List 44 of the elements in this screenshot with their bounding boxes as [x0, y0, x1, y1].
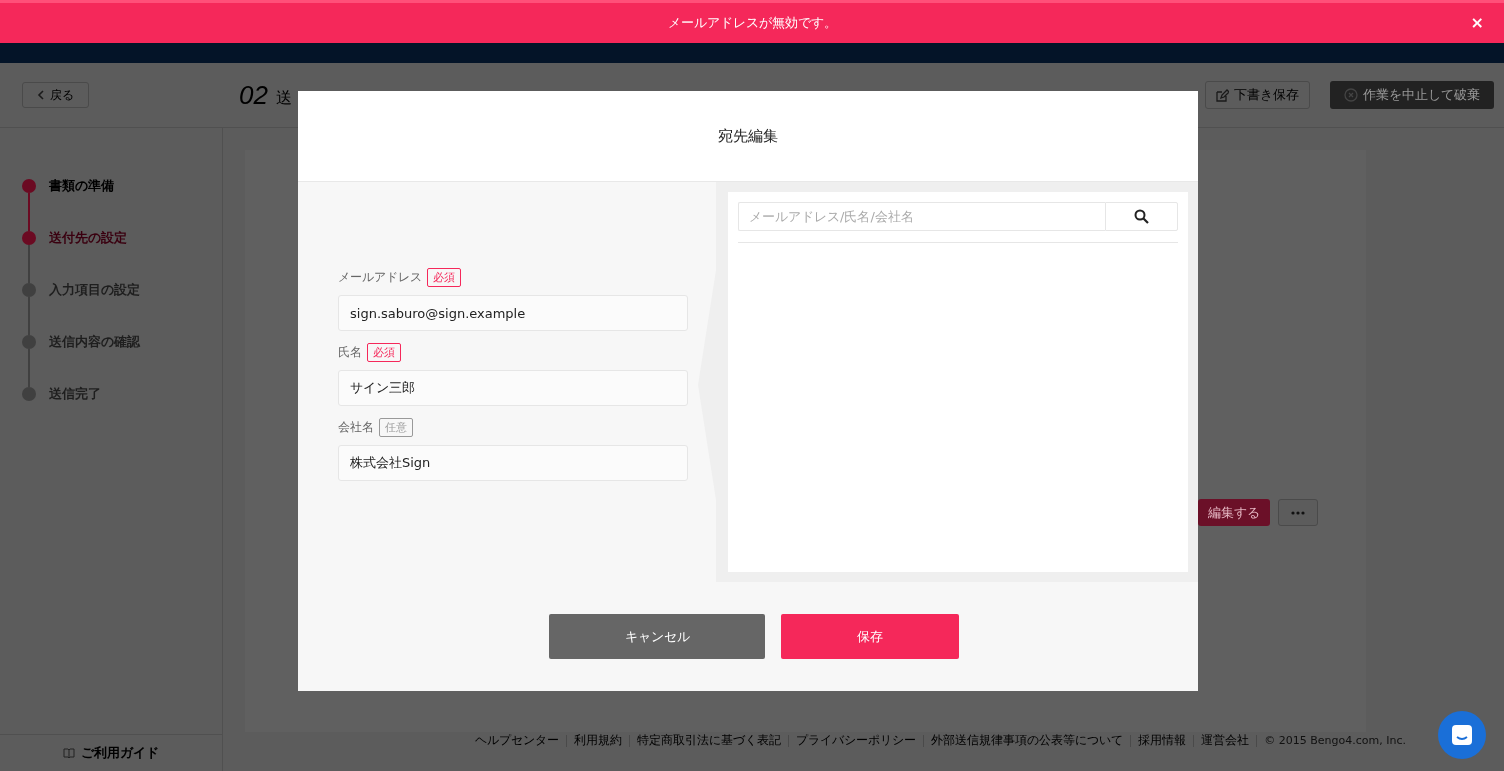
field-label: 会社名: [338, 419, 374, 436]
save-button[interactable]: 保存: [781, 614, 959, 659]
step-label: 送信完了: [49, 385, 101, 403]
chat-icon: [1451, 724, 1473, 746]
edit-button[interactable]: 編集する: [1198, 499, 1270, 526]
copyright: © 2015 Bengo4.com, Inc.: [1264, 734, 1406, 747]
footer-link[interactable]: ヘルプセンター: [475, 732, 560, 749]
input-field[interactable]: sign.saburo@sign.example: [338, 295, 688, 331]
step-label: 送付先の設定: [49, 229, 127, 247]
footer-link[interactable]: 外部送信規律事項の公表等について: [931, 732, 1124, 749]
step-label: 入力項目の設定: [49, 281, 140, 299]
search-button[interactable]: [1105, 202, 1178, 231]
cancel-button[interactable]: キャンセル: [549, 614, 765, 659]
error-message: メールアドレスが無効です。: [667, 14, 837, 32]
chat-button[interactable]: [1438, 711, 1486, 759]
guide-link[interactable]: ご利用ガイド: [81, 744, 159, 762]
step-label: 送信内容の確認: [49, 333, 140, 351]
close-button[interactable]: ×: [1468, 13, 1486, 32]
footer-link[interactable]: 運営会社: [1201, 732, 1250, 749]
search-field[interactable]: メールアドレス/氏名/会社名: [738, 202, 1105, 231]
step-number: 02: [239, 79, 268, 111]
search-icon: [1134, 209, 1149, 224]
more-icon: [1291, 510, 1305, 515]
pencil-icon: [1216, 88, 1229, 102]
page-title: 送: [275, 87, 292, 109]
footer-link[interactable]: プライバシーポリシー: [796, 732, 917, 749]
save-draft-button[interactable]: 下書き保存: [1205, 81, 1310, 109]
discard-button[interactable]: 作業を中止して破棄: [1330, 81, 1494, 109]
field-tag: 必須: [427, 268, 461, 287]
close-circle-icon: [1344, 88, 1358, 102]
step-label: 書類の準備: [49, 177, 114, 195]
input-field[interactable]: サイン三郎: [338, 370, 688, 406]
back-button[interactable]: 戻る: [22, 82, 89, 108]
input-field[interactable]: 株式会社Sign: [338, 445, 688, 481]
footer-link[interactable]: 特定商取引法に基づく表記: [637, 732, 782, 749]
field-tag: 必須: [367, 343, 401, 362]
chevron-left-icon: [37, 90, 45, 100]
footer-link[interactable]: 利用規約: [574, 732, 623, 749]
dialog-title: 宛先編集: [718, 126, 778, 146]
field-tag: 任意: [379, 418, 413, 437]
field-label: 氏名: [338, 344, 362, 361]
field-label: メールアドレス: [338, 269, 422, 286]
book-icon: [63, 747, 75, 759]
footer-link[interactable]: 採用情報: [1138, 732, 1187, 749]
